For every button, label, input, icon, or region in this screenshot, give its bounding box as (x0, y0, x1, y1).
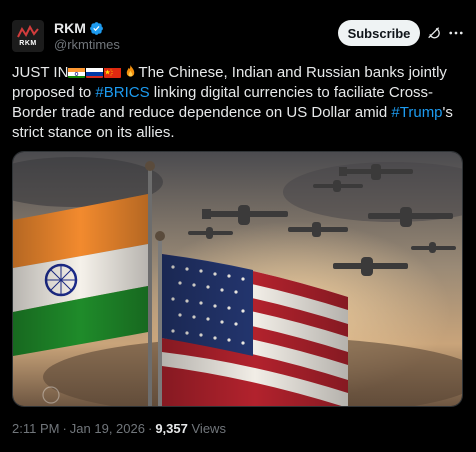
author-handle[interactable]: @rkmtimes (54, 37, 120, 52)
hashtag-link[interactable]: #Trump (391, 104, 442, 121)
more-icon[interactable] (447, 24, 465, 42)
avatar[interactable]: RKM (12, 20, 44, 52)
post-prefix: JUST IN (12, 64, 69, 81)
views-label: Views (191, 421, 226, 436)
india-flag-icon (68, 66, 86, 78)
hashtag-link[interactable]: #BRICS (95, 84, 149, 101)
post-image[interactable] (12, 151, 463, 407)
avatar-logo-icon (17, 25, 39, 38)
avatar-text: RKM (19, 40, 37, 47)
post-date[interactable]: Jan 19, 2026 (70, 421, 145, 436)
post-card: RKM RKM @rkmtimes Subscribe JUST IN The C… (0, 0, 476, 452)
post-time[interactable]: 2:11 PM (12, 421, 59, 436)
meta-separator: · (62, 421, 67, 436)
author-name-row: RKM (54, 20, 120, 36)
verified-badge-icon (89, 21, 103, 35)
russia-flag-icon (86, 66, 104, 78)
fire-icon (127, 64, 135, 77)
meta-separator: · (147, 421, 153, 436)
author-block: RKM @rkmtimes (54, 20, 120, 52)
flags-and-planes-illustration (13, 152, 462, 406)
subscribe-button[interactable]: Subscribe (338, 20, 420, 46)
post-meta: 2:11 PM · Jan 19, 2026 · 9,357 Views (12, 421, 226, 436)
india-flag-illustration (13, 194, 148, 356)
author-name[interactable]: RKM (54, 20, 86, 36)
china-flag-icon (104, 66, 122, 78)
post-text: JUST IN The Chinese, Indian and Russian b… (12, 63, 464, 143)
views-count: 9,357 (155, 421, 188, 436)
grok-icon[interactable] (426, 25, 442, 41)
